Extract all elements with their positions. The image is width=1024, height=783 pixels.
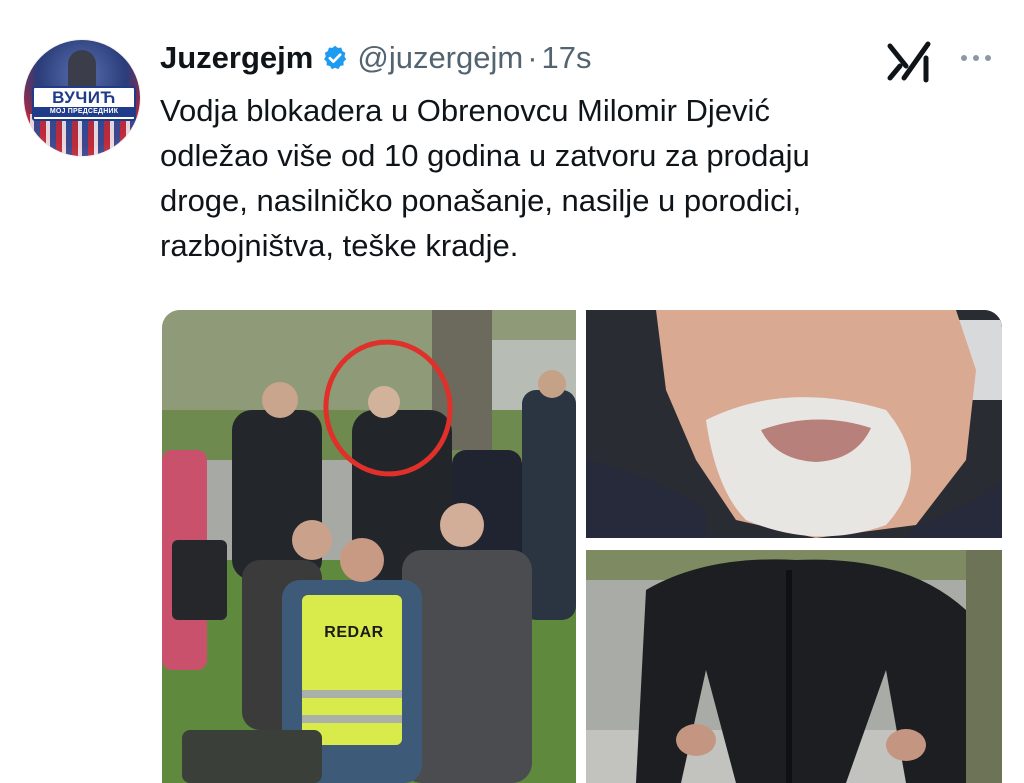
avatar-brand-logo: ВУЧИЋ МОЈ ПРЕДСЕДНИК — [32, 86, 136, 121]
avatar-figure-graphic — [68, 50, 96, 90]
avatar-brand-sub-text: МОЈ ПРЕДСЕДНИК — [34, 107, 134, 117]
verified-badge-icon[interactable] — [321, 44, 349, 72]
tweet-timestamp[interactable]: 17s — [542, 40, 592, 76]
author-display-name[interactable]: Juzergejm — [160, 40, 313, 76]
tweet-media-grid: REDAR — [162, 310, 1002, 783]
vest-label-text: REDAR — [324, 624, 384, 641]
media-photo-crowd[interactable]: REDAR — [162, 310, 576, 783]
media-photo-jacket[interactable] — [586, 550, 1002, 783]
media-photo-face-closeup[interactable] — [586, 310, 1002, 538]
separator-dot: · — [527, 40, 538, 75]
author-handle[interactable]: @juzergejm — [357, 40, 523, 76]
grok-icon[interactable] — [884, 40, 936, 84]
avatar-brand-main-text: ВУЧИЋ — [52, 88, 116, 107]
tweet-header: Juzergejm @juzergejm · 17s — [160, 36, 592, 80]
more-options-icon[interactable] — [956, 48, 996, 68]
author-avatar[interactable]: ВУЧИЋ МОЈ ПРЕДСЕДНИК — [24, 40, 140, 156]
tweet-text: Vodja blokadera u Obrenovcu Milomir Djev… — [160, 93, 810, 263]
